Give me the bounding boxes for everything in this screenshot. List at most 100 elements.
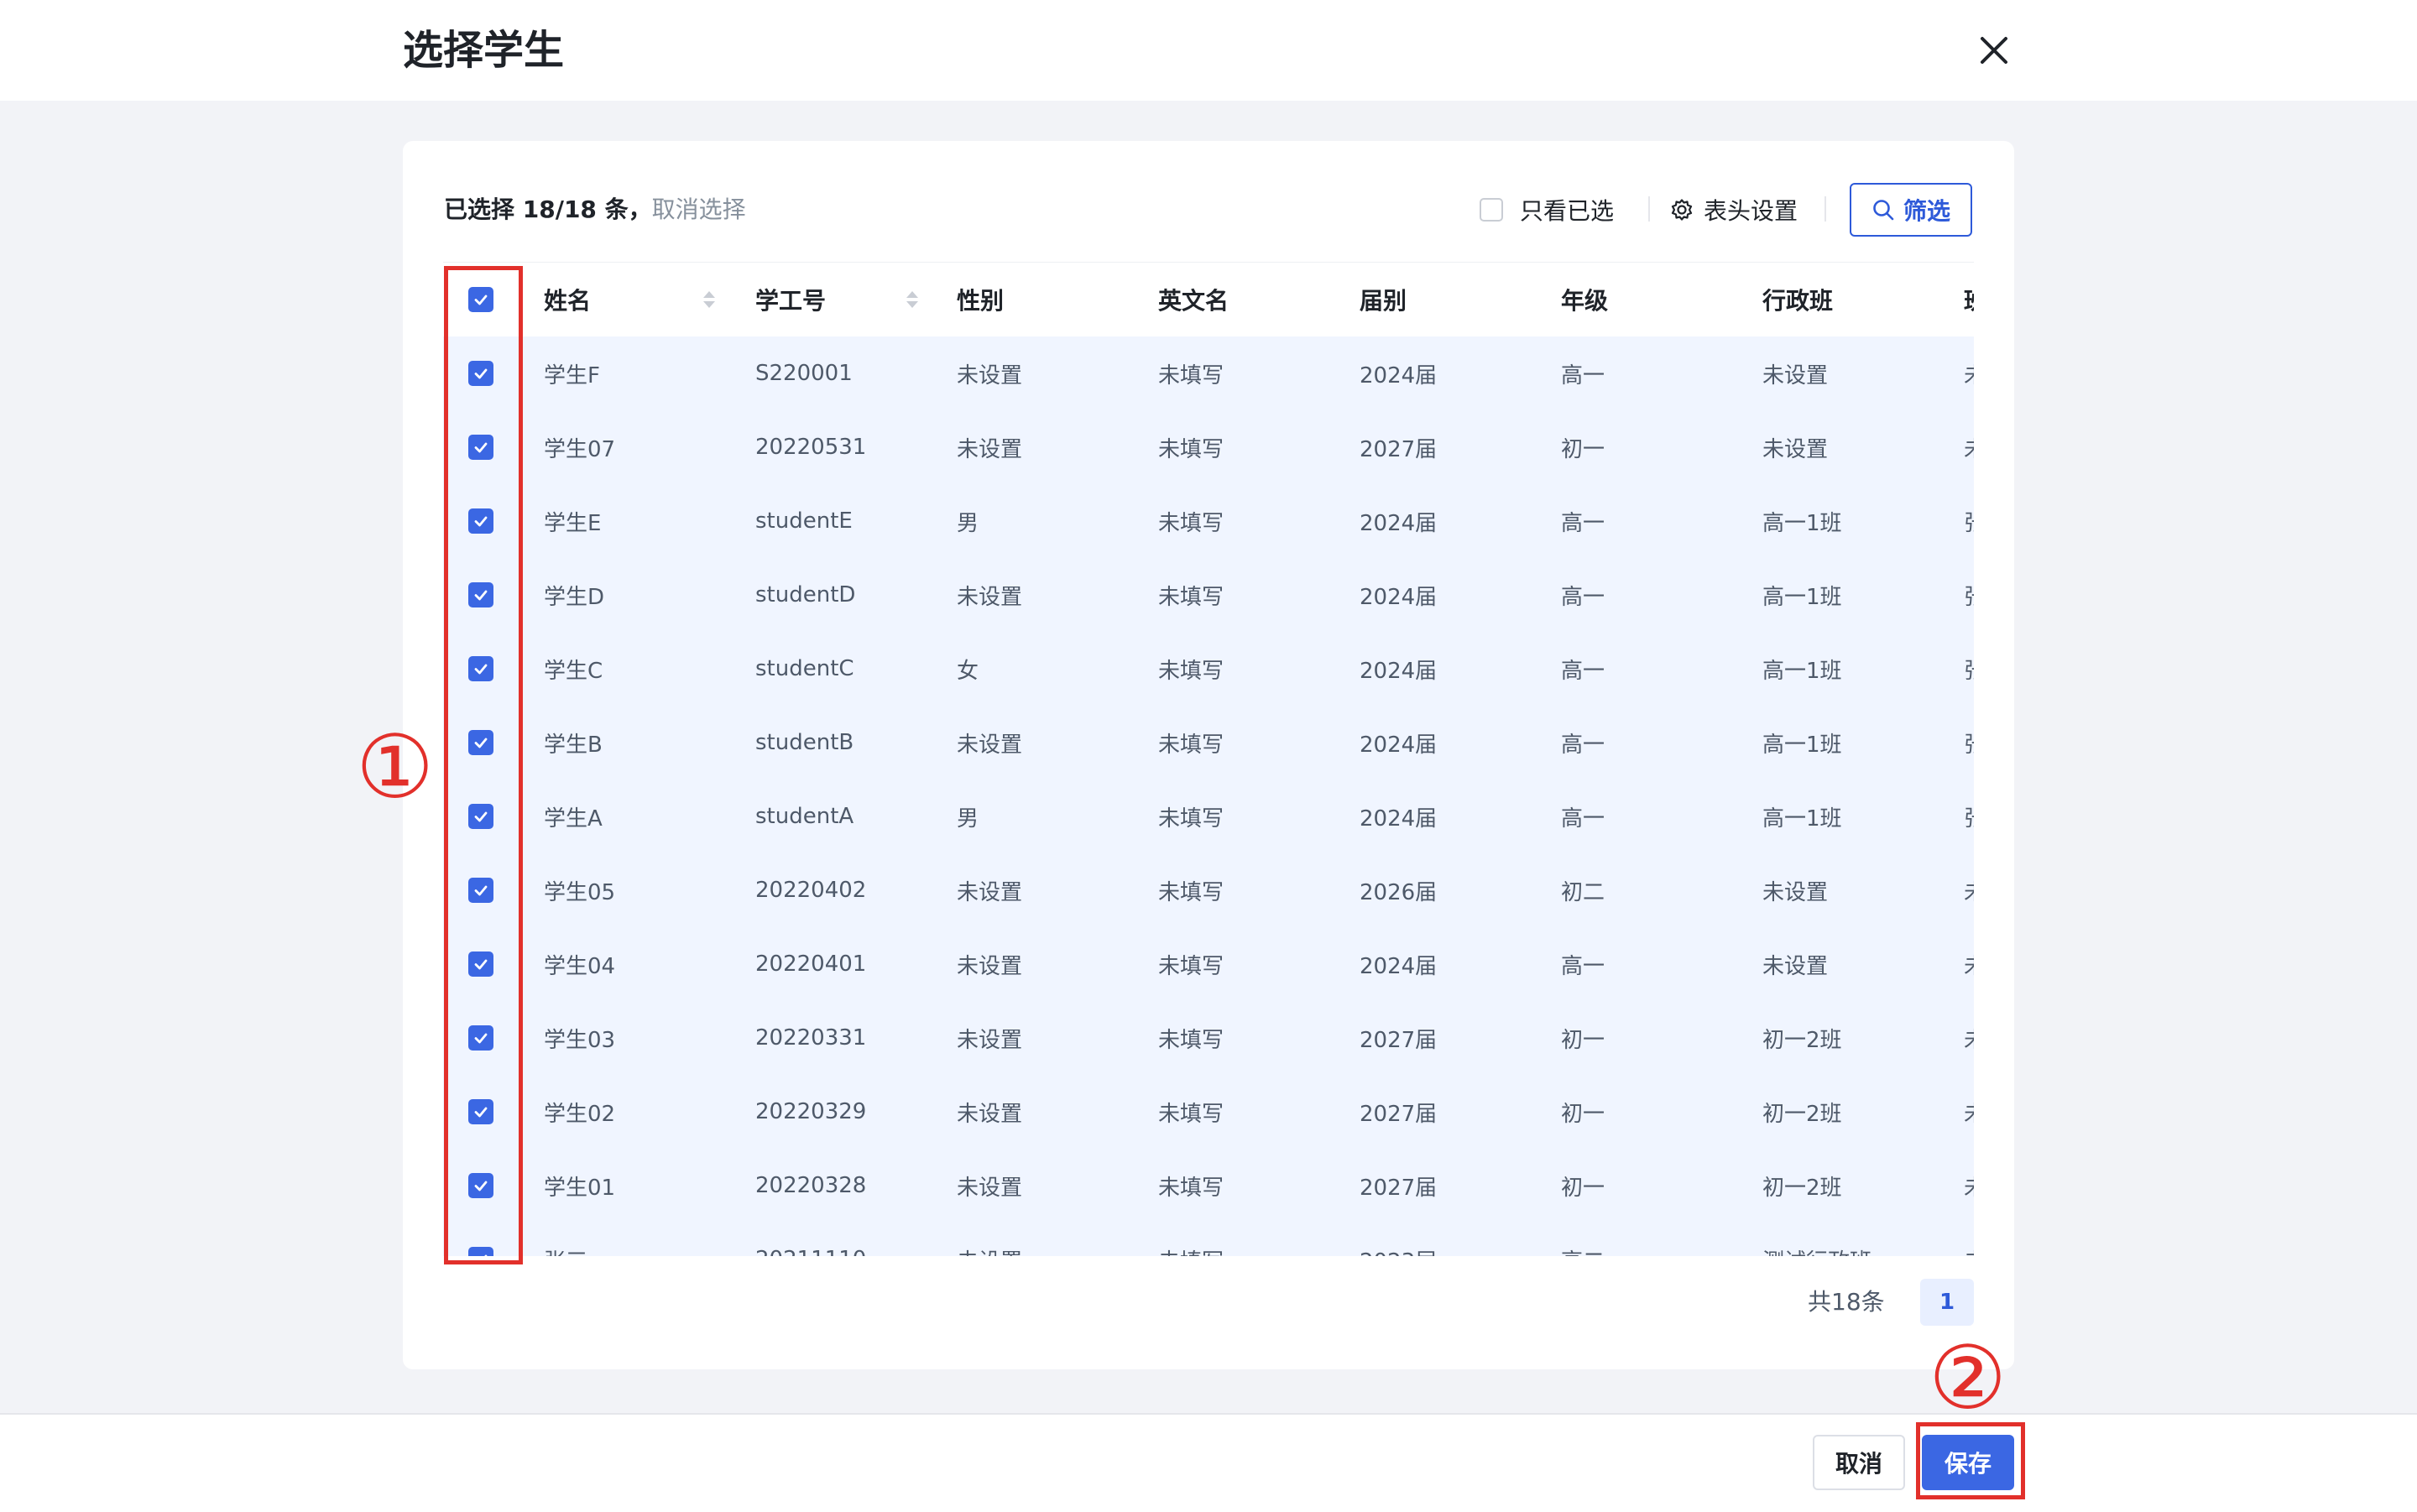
cell-student-id: 20220328 xyxy=(755,1173,867,1198)
sort-icon[interactable] xyxy=(906,291,918,308)
filter-button[interactable]: 筛选 xyxy=(1850,183,1972,237)
row-checkbox[interactable] xyxy=(468,1173,493,1198)
cell-gender: 未设置 xyxy=(957,1101,1023,1127)
table-row[interactable]: 学生04 20220401 未设置 未填写 2024届 高一 未设置 未 xyxy=(443,927,1974,1003)
student-table: 姓名 学工号 性别 英文名 届别 年级 行政班 班 学生FS220001未设置未… xyxy=(443,262,1974,1256)
cell-cohort: 2024届 xyxy=(1360,732,1438,758)
cell-cohort: 2027届 xyxy=(1360,436,1438,462)
cell-english-name: 未填写 xyxy=(1158,1027,1224,1053)
table-row[interactable]: 学生02 20220329 未设置 未填写 2027届 初一 初一2班 未 xyxy=(443,1075,1974,1150)
row-checkbox[interactable] xyxy=(468,1025,493,1051)
annotation-step-2: ② xyxy=(1929,1327,2007,1429)
cell-cohort: 2023届 xyxy=(1360,1223,1437,1257)
row-select-cell xyxy=(468,336,493,410)
select-all-checkbox[interactable] xyxy=(468,287,493,312)
cell-cohort: 2027届 xyxy=(1360,1175,1438,1201)
cell-admin-class: 高一1班 xyxy=(1762,510,1842,536)
table-row[interactable]: 学生D studentD 未设置 未填写 2024届 高一 高一1班 张 xyxy=(443,558,1974,633)
save-button[interactable]: 保存 xyxy=(1922,1435,2014,1490)
cell-name: 学生A xyxy=(544,806,603,832)
row-checkbox[interactable] xyxy=(468,1099,493,1124)
table-row[interactable]: 学生07 20220531 未设置 未填写 2027届 初一 未设置 未 xyxy=(443,410,1974,486)
header-grade: 年级 xyxy=(1561,287,1609,315)
cell-grade: 高一 xyxy=(1561,658,1605,684)
checkmark-icon xyxy=(474,959,488,970)
cell-cohort: 2024届 xyxy=(1360,584,1438,610)
table-row[interactable]: 学生A studentA 男 未填写 2024届 高一 高一1班 张 xyxy=(443,779,1974,855)
cell-english-name: 未填写 xyxy=(1158,584,1224,610)
row-select-cell xyxy=(468,410,493,484)
checkmark-icon xyxy=(474,664,488,675)
close-icon[interactable] xyxy=(1974,30,2014,70)
cell-gender: 未设置 xyxy=(957,1027,1023,1053)
table-row[interactable]: 学生03 20220331 未设置 未填写 2027届 初一 初一2班 未 xyxy=(443,1001,1974,1077)
cell-class-clipped: 未 xyxy=(1964,1001,1974,1075)
row-checkbox[interactable] xyxy=(468,730,493,755)
cell-english-name: 未填写 xyxy=(1158,732,1224,758)
header-name[interactable]: 姓名 xyxy=(544,263,715,336)
cell-gender: 未设置 xyxy=(957,584,1023,610)
toolbar-divider xyxy=(1648,196,1650,222)
cell-name: 张三 xyxy=(544,1223,587,1257)
row-checkbox[interactable] xyxy=(468,1247,493,1256)
cell-grade: 高一 xyxy=(1561,510,1605,536)
cell-student-id: studentA xyxy=(755,804,854,829)
row-checkbox[interactable] xyxy=(468,952,493,977)
cell-english-name: 未填写 xyxy=(1158,1175,1224,1201)
table-row[interactable]: 学生E studentE 男 未填写 2024届 高一 高一1班 张 xyxy=(443,484,1974,560)
checkmark-icon xyxy=(474,1107,488,1118)
cell-gender: 未设置 xyxy=(957,1223,1022,1257)
checkmark-icon xyxy=(474,885,488,896)
pagination-page-1[interactable]: 1 xyxy=(1920,1279,1974,1326)
cell-cohort: 2027届 xyxy=(1360,1101,1438,1127)
cell-admin-class: 高一1班 xyxy=(1762,732,1842,758)
only-selected-checkbox[interactable] xyxy=(1480,198,1503,222)
checkmark-icon xyxy=(474,368,488,379)
row-checkbox[interactable] xyxy=(468,878,493,903)
row-select-cell xyxy=(468,853,493,927)
row-checkbox[interactable] xyxy=(468,361,493,386)
cell-class-clipped: 张 xyxy=(1964,779,1974,853)
row-select-cell xyxy=(468,1223,493,1256)
table-header: 姓名 学工号 性别 英文名 届别 年级 行政班 班 xyxy=(443,263,1974,338)
row-checkbox[interactable] xyxy=(468,656,493,681)
cell-grade: 高一 xyxy=(1561,362,1605,388)
row-select-cell xyxy=(468,484,493,558)
table-row[interactable]: 张三 20211110 未设置 未填写 2023届 高二 测试行政班 未 xyxy=(443,1223,1974,1256)
header-class-clipped: 班 xyxy=(1964,263,1974,336)
row-checkbox[interactable] xyxy=(468,508,493,534)
column-settings-button[interactable]: 表头设置 xyxy=(1670,193,1798,227)
cell-gender: 未设置 xyxy=(957,436,1023,462)
cancel-button[interactable]: 取消 xyxy=(1813,1435,1905,1490)
cancel-selection-link[interactable]: 取消选择 xyxy=(652,196,746,223)
table-row[interactable]: 学生05 20220402 未设置 未填写 2026届 初二 未设置 未 xyxy=(443,853,1974,929)
only-selected-label: 只看已选 xyxy=(1520,197,1615,225)
cell-cohort: 2026届 xyxy=(1360,879,1438,905)
cell-admin-class: 未设置 xyxy=(1762,362,1829,388)
header-english-name: 英文名 xyxy=(1158,287,1229,315)
cell-student-id: 20220329 xyxy=(755,1099,867,1124)
cell-grade: 高二 xyxy=(1561,1223,1605,1257)
select-all-cell xyxy=(468,263,493,336)
table-row[interactable]: 学生B studentB 未设置 未填写 2024届 高一 高一1班 张 xyxy=(443,706,1974,781)
table-row[interactable]: 学生C studentC 女 未填写 2024届 高一 高一1班 张 xyxy=(443,632,1974,707)
cell-student-id: studentB xyxy=(755,730,854,755)
cell-grade: 初二 xyxy=(1561,879,1605,905)
cell-name: 学生07 xyxy=(544,436,616,462)
row-checkbox[interactable] xyxy=(468,582,493,607)
cell-student-id: 20211110 xyxy=(755,1223,866,1256)
sort-icon[interactable] xyxy=(703,291,715,308)
table-row[interactable]: 学生F S220001 未设置 未填写 2024届 高一 未设置 未 xyxy=(443,336,1974,412)
cell-english-name: 未填写 xyxy=(1158,879,1224,905)
row-checkbox[interactable] xyxy=(468,435,493,460)
only-selected-toggle[interactable]: 只看已选 xyxy=(1480,193,1614,227)
row-checkbox[interactable] xyxy=(468,804,493,829)
table-row[interactable]: 学生01 20220328 未设置 未填写 2027届 初一 初一2班 未 xyxy=(443,1149,1974,1224)
cell-gender: 未设置 xyxy=(957,879,1023,905)
cell-name: 学生02 xyxy=(544,1101,616,1127)
selection-count: 已选择 18/18 条， xyxy=(444,196,652,223)
cell-grade: 高一 xyxy=(1561,584,1605,610)
header-student-id[interactable]: 学工号 xyxy=(755,263,918,336)
cell-student-id: studentE xyxy=(755,508,853,534)
cell-name: 学生03 xyxy=(544,1027,616,1053)
